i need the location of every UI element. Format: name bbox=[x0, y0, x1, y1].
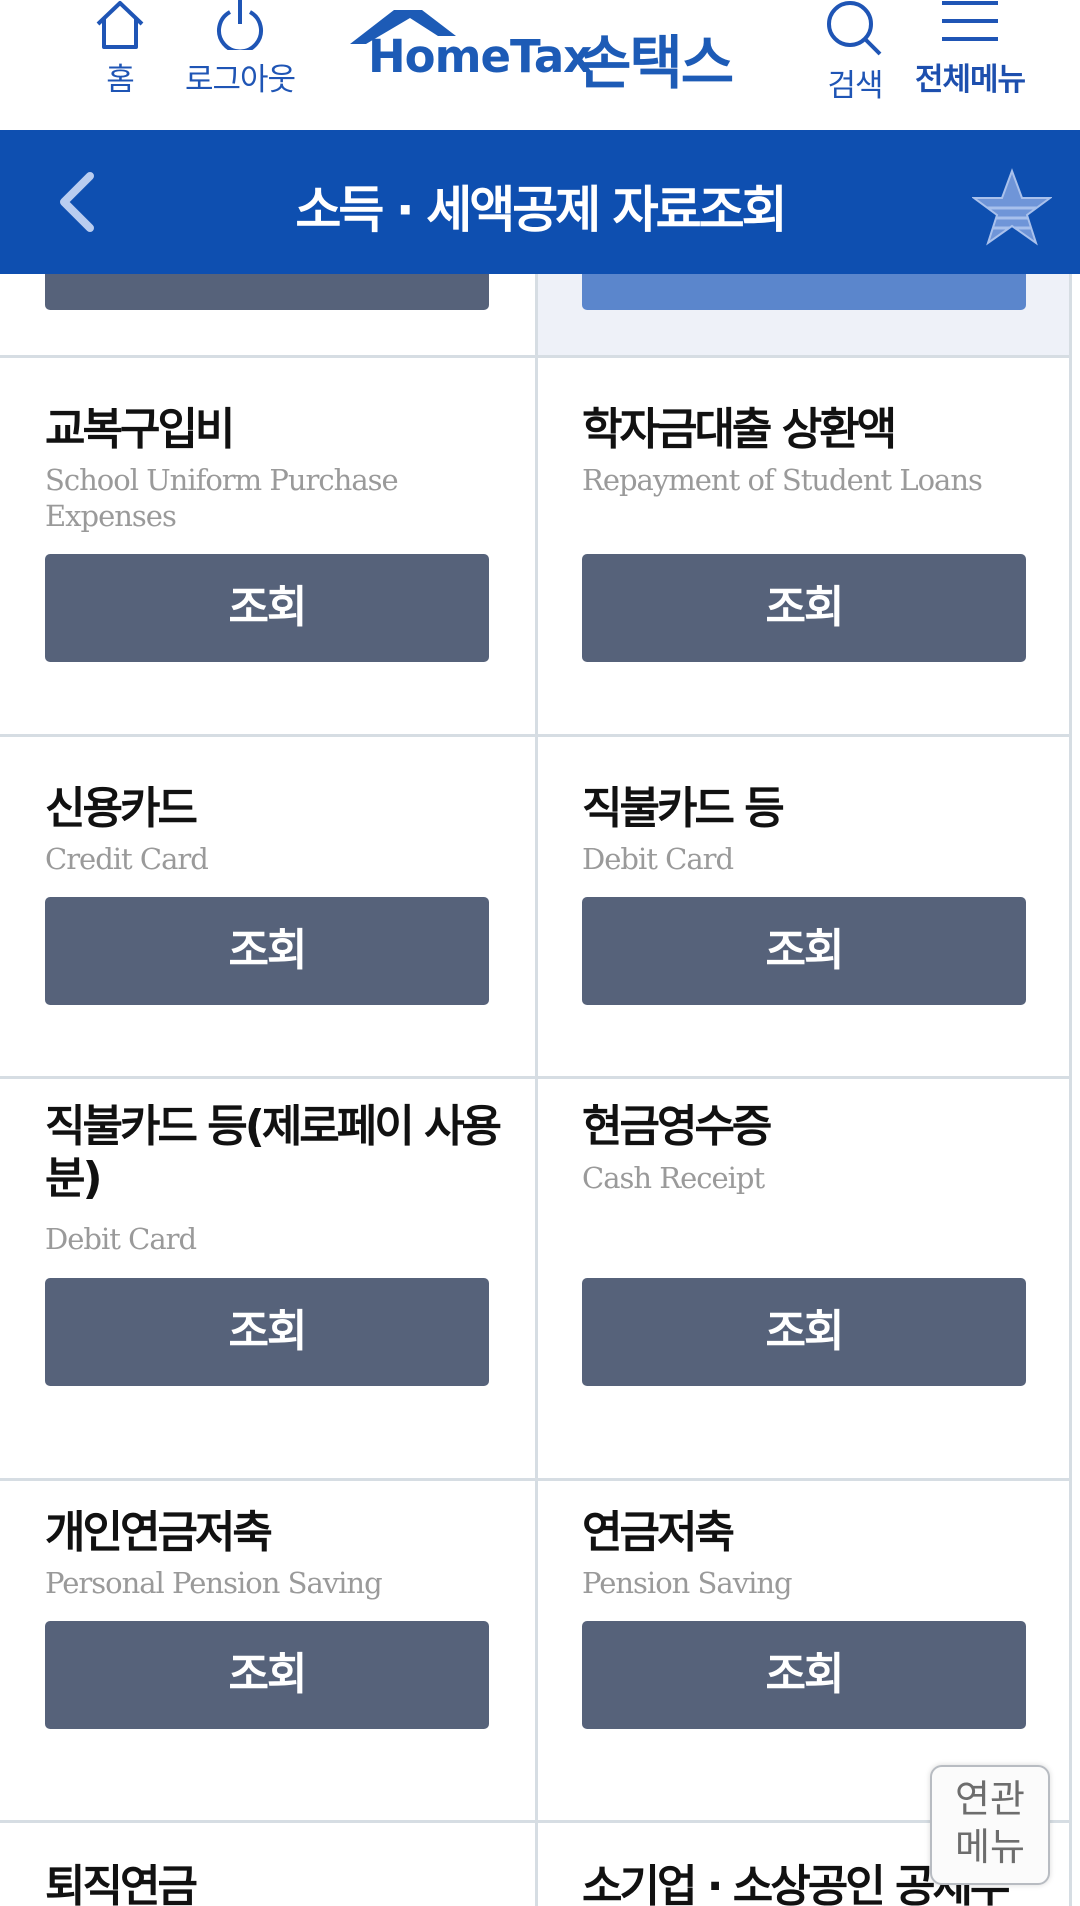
item-title: 현금영수증 bbox=[582, 1101, 772, 1152]
home-icon bbox=[96, 1, 144, 49]
query-button[interactable]: 조회 bbox=[45, 554, 489, 662]
logout-label: 로그아웃 bbox=[184, 62, 296, 98]
top-header: 홈 로그아웃 HomeTax 손택스 검색 전체메뉴 bbox=[0, 0, 1080, 130]
item-subtitle: Credit Card bbox=[45, 842, 209, 876]
item-title: 직불카드 등(제로페이 사용분) bbox=[45, 1101, 502, 1204]
logo-text: HomeTax bbox=[368, 30, 592, 83]
item-subtitle: Personal Pension Saving bbox=[45, 1566, 383, 1600]
item-subtitle: Repayment of Student Loans bbox=[582, 463, 983, 497]
query-button[interactable]: 조회 bbox=[582, 1621, 1026, 1729]
hamburger-icon bbox=[942, 1, 998, 41]
partial-query-button-active[interactable] bbox=[582, 274, 1026, 310]
full-menu-button[interactable]: 전체메뉴 bbox=[905, 0, 1035, 99]
related-menu-line2: 메뉴 bbox=[955, 1825, 1025, 1869]
list-item: 교복구입비 School Uniform Purchase Expenses 조… bbox=[0, 358, 535, 662]
hometax-logo[interactable]: HomeTax 손택스 bbox=[348, 4, 748, 97]
star-icon bbox=[970, 168, 1054, 246]
item-title: 직불카드 등 bbox=[582, 783, 785, 834]
item-title: 신용카드 bbox=[45, 783, 198, 834]
logo-korean: 손택스 bbox=[578, 29, 734, 97]
item-subtitle: Debit Card bbox=[45, 1222, 197, 1256]
deduction-list: 교복구입비 School Uniform Purchase Expenses 조… bbox=[0, 274, 1072, 1906]
list-item: 개인연금저축 Personal Pension Saving 조회 bbox=[0, 1481, 535, 1821]
item-title: 교복구입비 bbox=[45, 404, 235, 455]
query-button[interactable]: 조회 bbox=[582, 897, 1026, 1005]
logout-button[interactable]: 로그아웃 bbox=[175, 0, 305, 99]
item-title: 연금저축 bbox=[582, 1507, 735, 1558]
favorite-button[interactable] bbox=[970, 168, 1054, 248]
query-button[interactable]: 조회 bbox=[45, 1621, 489, 1729]
item-subtitle: Debit Card bbox=[582, 842, 734, 876]
home-button[interactable]: 홈 bbox=[90, 0, 150, 99]
list-item: 직불카드 등(제로페이 사용분) Debit Card 조회 bbox=[0, 1079, 535, 1479]
list-item: 신용카드 Credit Card 조회 bbox=[0, 737, 535, 1077]
query-button[interactable]: 조회 bbox=[582, 1278, 1026, 1386]
list-item: 직불카드 등 Debit Card 조회 bbox=[537, 737, 1072, 1077]
item-title: 퇴직연금 bbox=[45, 1861, 198, 1906]
list-item: 현금영수증 Cash Receipt 조회 bbox=[537, 1079, 1072, 1479]
item-subtitle: Pension Saving bbox=[582, 1566, 793, 1600]
query-button[interactable]: 조회 bbox=[582, 554, 1026, 662]
search-label: 검색 bbox=[827, 68, 883, 104]
menu-label: 전체메뉴 bbox=[914, 62, 1026, 98]
item-subtitle: School Uniform Purchase Expenses bbox=[45, 463, 399, 533]
item-title: 학자금대출 상환액 bbox=[582, 404, 897, 455]
related-menu-line1: 연관 bbox=[955, 1777, 1025, 1821]
search-icon bbox=[827, 1, 882, 56]
search-button[interactable]: 검색 bbox=[810, 0, 900, 105]
item-title: 개인연금저축 bbox=[45, 1507, 273, 1558]
list-item: 퇴직연금 bbox=[0, 1823, 535, 1906]
query-button[interactable]: 조회 bbox=[45, 897, 489, 1005]
partial-query-button[interactable] bbox=[45, 274, 489, 310]
related-menu-button[interactable]: 연관 메뉴 bbox=[930, 1765, 1050, 1885]
title-bar: 소득 · 세액공제 자료조회 bbox=[0, 130, 1080, 274]
list-item: 학자금대출 상환액 Repayment of Student Loans 조회 bbox=[537, 358, 1072, 662]
home-label: 홈 bbox=[106, 62, 135, 98]
query-button[interactable]: 조회 bbox=[45, 1278, 489, 1386]
power-icon bbox=[217, 0, 263, 50]
item-subtitle: Cash Receipt bbox=[582, 1161, 765, 1195]
page-title: 소득 · 세액공제 자료조회 bbox=[295, 181, 787, 239]
